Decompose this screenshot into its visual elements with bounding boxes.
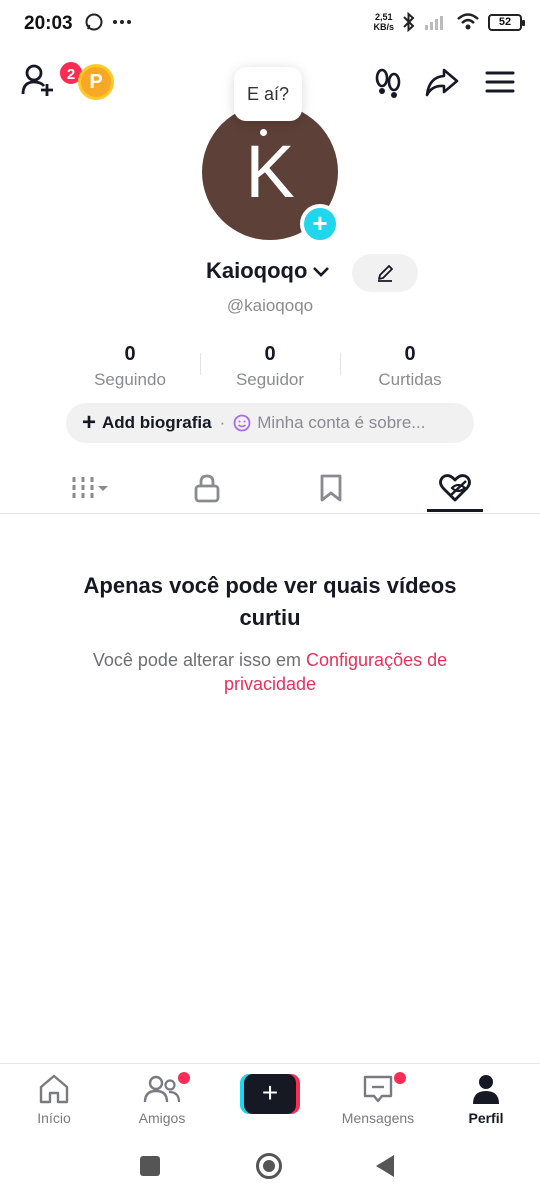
coin-icon[interactable]: P xyxy=(78,64,114,100)
messages-notification-dot xyxy=(394,1072,406,1084)
tab-liked[interactable] xyxy=(401,466,509,510)
inbox-icon xyxy=(363,1075,393,1103)
recent-apps-icon[interactable] xyxy=(140,1156,160,1176)
footprints-button[interactable] xyxy=(370,64,406,100)
lock-icon xyxy=(194,474,220,503)
empty-state-subtitle: Você pode alterar isso em Configurações … xyxy=(50,648,490,696)
stat-label: Seguindo xyxy=(94,370,166,389)
share-button[interactable] xyxy=(424,64,460,100)
plus-icon: + xyxy=(82,409,97,436)
system-navigation xyxy=(0,1133,540,1200)
profile-tabs xyxy=(0,458,540,514)
friends-notification-dot xyxy=(178,1072,190,1084)
smiley-icon xyxy=(233,414,251,432)
account-switcher[interactable]: Kaioqoqo xyxy=(206,258,331,284)
active-tab-indicator xyxy=(427,509,483,512)
stat-value: 0 xyxy=(404,343,416,365)
add-friend-button[interactable]: 2 xyxy=(20,60,84,102)
status-right-icons: 2,51 KB/s 52 xyxy=(373,12,525,32)
bluetooth-icon xyxy=(403,12,415,32)
battery-indicator: 52 xyxy=(488,13,525,31)
bio-separator: · xyxy=(219,413,226,432)
footprints-icon xyxy=(375,68,401,98)
share-icon xyxy=(425,68,459,97)
menu-button[interactable] xyxy=(482,64,518,100)
profile-icon xyxy=(473,1075,499,1104)
create-button[interactable]: + xyxy=(240,1074,300,1114)
edit-profile-button[interactable] xyxy=(352,254,418,292)
home-button-icon[interactable] xyxy=(256,1153,282,1179)
create-plus-icon: + xyxy=(244,1074,296,1114)
tab-private[interactable] xyxy=(153,466,261,510)
add-bio-label: Add biografia xyxy=(102,413,212,432)
stat-value: 0 xyxy=(124,343,136,365)
home-icon xyxy=(39,1074,69,1104)
signal-icon xyxy=(425,16,443,30)
display-name: Kaioqoqo xyxy=(206,258,308,283)
pencil-icon xyxy=(378,265,393,282)
nav-label: Perfil xyxy=(468,1110,504,1126)
stat-value: 0 xyxy=(264,343,276,365)
bookmark-icon xyxy=(320,474,342,502)
nav-friends[interactable]: Amigos xyxy=(108,1072,216,1126)
nav-home[interactable]: Início xyxy=(0,1072,108,1126)
status-time: 20:03 xyxy=(24,13,73,34)
username: @kaioqoqo xyxy=(226,296,314,315)
nav-label: Mensagens xyxy=(341,1110,415,1126)
status-bar: 20:03 2,51 KB/s 52 xyxy=(0,0,540,48)
add-bio-button[interactable]: + Add biografia · Minha conta é sobre... xyxy=(66,403,474,443)
whatsapp-icon xyxy=(85,13,103,31)
add-user-icon xyxy=(21,64,53,96)
hamburger-menu-icon xyxy=(485,71,515,93)
bio-hint: Minha conta é sobre... xyxy=(257,413,426,432)
network-speed: 2,51 KB/s xyxy=(373,12,394,32)
more-dots-icon xyxy=(113,20,131,24)
empty-state-text: Você pode alterar isso em xyxy=(92,650,301,670)
bubble-tail xyxy=(260,129,267,136)
nav-label: Amigos xyxy=(138,1110,186,1126)
friends-icon xyxy=(143,1075,181,1103)
nav-label: Início xyxy=(37,1110,71,1126)
chevron-down-icon xyxy=(313,267,330,277)
stat-following[interactable]: 0 Seguindo xyxy=(60,343,200,390)
back-icon[interactable] xyxy=(376,1155,394,1177)
tab-videos[interactable] xyxy=(36,466,144,510)
stat-likes[interactable]: 0 Curtidas xyxy=(340,343,480,390)
nav-profile[interactable]: Perfil xyxy=(432,1072,540,1126)
status-bubble[interactable]: E aí? xyxy=(234,67,302,121)
liked-heart-hidden-icon xyxy=(439,474,471,502)
profile-stats: 0 Seguindo 0 Seguidor 0 Curtidas xyxy=(60,343,480,390)
nav-messages[interactable]: Mensagens xyxy=(324,1072,432,1126)
empty-state-title: Apenas você pode ver quais vídeos curtiu xyxy=(83,573,457,630)
stat-label: Curtidas xyxy=(378,370,442,389)
wifi-icon xyxy=(457,13,479,30)
tab-saved[interactable] xyxy=(277,466,385,510)
stat-followers[interactable]: 0 Seguidor xyxy=(200,343,340,390)
stat-label: Seguidor xyxy=(235,370,305,389)
status-left-icons xyxy=(84,12,132,32)
grid-icon xyxy=(72,477,108,499)
bottom-navigation: Início Amigos + Mensagens Perfil xyxy=(0,1063,540,1133)
add-story-button[interactable]: + xyxy=(300,204,340,244)
